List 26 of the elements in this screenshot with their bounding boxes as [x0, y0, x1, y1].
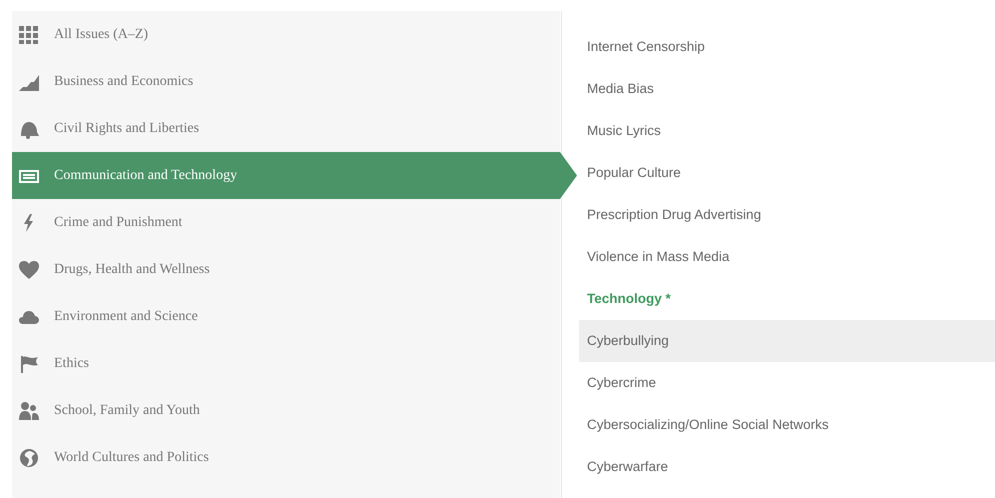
topic-link[interactable]: Music Lyrics: [579, 110, 995, 152]
category-item[interactable]: Crime and Punishment: [12, 199, 560, 246]
flag-icon: [18, 354, 40, 374]
topic-link[interactable]: Prescription Drug Advertising: [579, 194, 995, 236]
category-item[interactable]: Drugs, Health and Wellness: [12, 246, 560, 293]
people-icon: [18, 400, 40, 420]
globe-icon: [18, 448, 40, 468]
heart-icon: [18, 260, 40, 280]
topic-link[interactable]: Cybercrime: [579, 362, 995, 404]
topic-link[interactable]: Internet Censorship: [579, 26, 995, 68]
category-item[interactable]: Environment and Science: [12, 293, 560, 340]
topic-link[interactable]: Violence in Mass Media: [579, 236, 995, 278]
category-item[interactable]: Business and Economics: [12, 58, 560, 105]
grid-icon: [18, 24, 40, 44]
section-heading: Technology *: [586, 290, 672, 308]
category-item[interactable]: World Cultures and Politics: [12, 434, 560, 481]
category-item[interactable]: School, Family and Youth: [12, 387, 560, 434]
category-item[interactable]: Communication and Technology: [12, 152, 577, 199]
topic-link[interactable]: Media Bias: [579, 68, 995, 110]
category-item[interactable]: All Issues (A–Z): [12, 11, 560, 58]
category-item[interactable]: Ethics: [12, 340, 560, 387]
topic-link[interactable]: Popular Culture: [579, 152, 995, 194]
topic-link[interactable]: Cyberbullying: [579, 320, 995, 362]
topic-link[interactable]: Cybersocializing/Online Social Networks: [579, 404, 995, 446]
category-item[interactable]: Civil Rights and Liberties: [12, 105, 560, 152]
topic-link[interactable]: Cyberwarfare: [579, 446, 995, 488]
